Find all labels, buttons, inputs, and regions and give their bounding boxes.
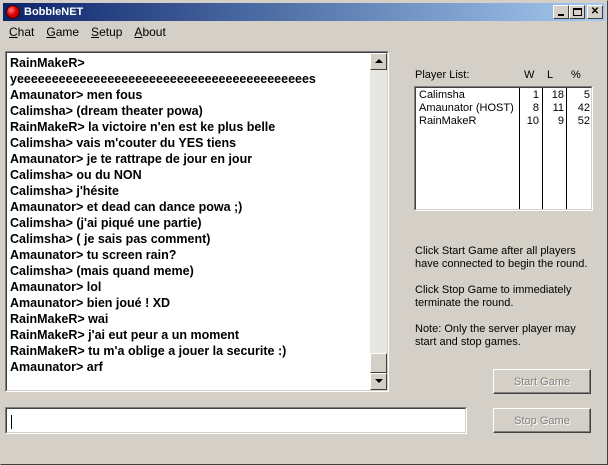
text-caret (11, 415, 12, 429)
close-icon: ✕ (590, 6, 600, 17)
player-list-label: Player List: (415, 69, 470, 81)
menu-about-label: bout (142, 25, 166, 39)
player-wins: 8 (532, 102, 539, 114)
scroll-up-button[interactable] (370, 53, 387, 70)
scroll-down-button[interactable] (370, 373, 387, 390)
wins-header: W (524, 69, 535, 81)
chat-message: Calimsha> vais m'couter du YES tiens (10, 136, 237, 150)
bobble-app-icon (6, 5, 20, 19)
chat-scrollbar[interactable] (370, 53, 387, 390)
chat-log[interactable]: RainMakeR> yeeeeeeeeeeeeeeeeeeeeeeeeeeeee… (5, 51, 389, 392)
menu-game-label: ame (55, 25, 80, 39)
menu-game[interactable]: Game (40, 25, 85, 39)
chat-message: Amaunator> et dead can dance powa ;) (10, 200, 243, 214)
chat-messages: RainMakeR> yeeeeeeeeeeeeeeeeeeeeeeeeeeeee… (10, 55, 371, 390)
app-window: BobbleNET ✕ Chat Game Setup About RainMa… (0, 0, 608, 465)
chat-message: Amaunator> arf (10, 360, 103, 374)
player-percent: 52 (577, 115, 590, 127)
start-help-text: Click Start Game after all players have … (415, 245, 588, 270)
stop-help-text: Click Stop Game to immediately terminate… (415, 284, 572, 309)
chat-message: Calimsha> ( je sais pas comment) (10, 232, 211, 246)
menu-setup-mnemonic: S (91, 25, 100, 39)
player-losses: 11 (552, 102, 564, 114)
maximize-button[interactable] (569, 5, 585, 19)
chat-message: Amaunator> lol (10, 280, 102, 294)
chat-message: Amaunator> tu screen rain? (10, 248, 177, 262)
minimize-button[interactable] (553, 5, 569, 19)
chat-message: Amaunator> men fous (10, 88, 143, 102)
title-bar[interactable]: BobbleNET ✕ (3, 3, 605, 21)
menu-setup-label: etup (99, 25, 123, 39)
server-note-text: Note: Only the server player may start a… (415, 323, 576, 348)
menu-chat-label: hat (17, 25, 35, 39)
stop-game-button[interactable]: Stop Game (493, 408, 591, 433)
chat-message: RainMakeR> j'ai eut peur a un moment (10, 328, 240, 342)
player-losses: 9 (557, 115, 564, 127)
arrow-up-icon (375, 59, 383, 63)
player-percent: 5 (583, 89, 590, 101)
scroll-thumb[interactable] (370, 353, 387, 373)
arrow-down-icon (375, 379, 383, 383)
chat-input[interactable] (9, 411, 463, 431)
losses-header: L (547, 69, 554, 81)
player-list[interactable]: Calimsha 1 18 5 Amaunator (HOST) 8 11 42… (414, 86, 593, 211)
player-percent: 42 (577, 102, 590, 114)
chat-message: Calimsha> ou du NON (10, 168, 142, 182)
column-divider (519, 88, 520, 209)
chat-message: RainMakeR> wai (10, 312, 109, 326)
player-wins: 10 (526, 115, 539, 127)
chat-message: RainMakeR> tu m'a oblige a jouer la secu… (10, 344, 287, 358)
chat-message: RainMakeR> la victoire n'en est ke plus … (10, 120, 276, 134)
window-title: BobbleNET (24, 6, 84, 18)
chat-message: Calimsha> (j'ai piqué une partie) (10, 216, 202, 230)
column-divider (566, 88, 567, 209)
chat-message: Calimsha> (mais quand meme) (10, 264, 194, 278)
chat-message: Calimsha> j'hésite (10, 184, 119, 198)
maximize-icon (572, 8, 582, 16)
menu-chat[interactable]: Chat (3, 25, 40, 39)
player-name: RainMakeR (419, 115, 477, 127)
player-losses: 18 (551, 89, 564, 101)
start-game-button[interactable]: Start Game (493, 369, 591, 394)
menu-about[interactable]: About (128, 25, 171, 39)
chat-message: Amaunator> je te rattrape de jour en jou… (10, 152, 253, 166)
minimize-icon (558, 14, 564, 16)
player-wins: 1 (532, 89, 539, 101)
player-name: Calimsha (419, 89, 465, 101)
chat-message: RainMakeR> (10, 56, 85, 70)
player-name: Amaunator (HOST) (419, 102, 514, 114)
menu-bar: Chat Game Setup About (3, 23, 172, 41)
chat-message: Calimsha> (dream theater powa) (10, 104, 203, 118)
percent-header: % (571, 69, 581, 81)
menu-setup[interactable]: Setup (85, 25, 128, 39)
close-button[interactable]: ✕ (587, 5, 603, 19)
chat-input-box[interactable] (5, 407, 467, 434)
chat-message: Amaunator> bien joué ! XD (10, 296, 171, 310)
column-divider (542, 88, 543, 209)
menu-game-mnemonic: G (46, 25, 56, 39)
menu-chat-mnemonic: C (9, 25, 18, 39)
chat-message: yeeeeeeeeeeeeeeeeeeeeeeeeeeeeeeeeeeeeeee… (10, 72, 316, 86)
